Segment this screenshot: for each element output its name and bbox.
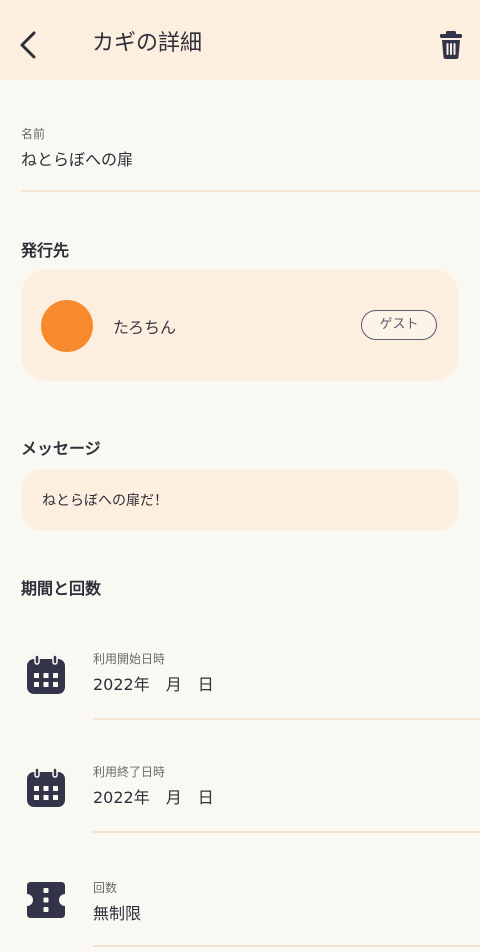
count-value[interactable]: 無制限 [93, 900, 141, 924]
trash-icon[interactable] [437, 30, 465, 60]
avatar [41, 300, 93, 352]
name-field-value[interactable]: ねとらぼへの扉 [21, 146, 133, 170]
start-date-label: 利用開始日時 [93, 652, 166, 666]
recipient-name: たろちん [113, 318, 177, 337]
start-date-divider [93, 718, 480, 720]
calendar-icon [27, 654, 65, 694]
message-text: ねとらぼへの扉だ！ [42, 493, 168, 509]
start-date-value[interactable]: 2022年 月 日 [93, 671, 214, 695]
count-divider [93, 945, 480, 947]
ticket-icon [27, 882, 65, 918]
page-title: カギの詳細 [92, 31, 203, 56]
calendar-icon [27, 767, 65, 807]
name-field-divider [21, 190, 480, 192]
end-date-divider [93, 831, 480, 833]
message-section-title: メッセージ [21, 439, 101, 458]
period-section-title: 期間と回数 [21, 579, 102, 598]
count-label: 回数 [93, 881, 118, 895]
recipient-section-title: 発行先 [21, 241, 70, 260]
guest-badge: ゲスト [361, 310, 437, 340]
header-bar: カギの詳細 [0, 0, 480, 80]
name-field-label: 名前 [21, 127, 46, 141]
end-date-value[interactable]: 2022年 月 日 [93, 784, 214, 808]
back-chevron-icon[interactable] [14, 28, 42, 62]
end-date-label: 利用終了日時 [93, 765, 166, 779]
